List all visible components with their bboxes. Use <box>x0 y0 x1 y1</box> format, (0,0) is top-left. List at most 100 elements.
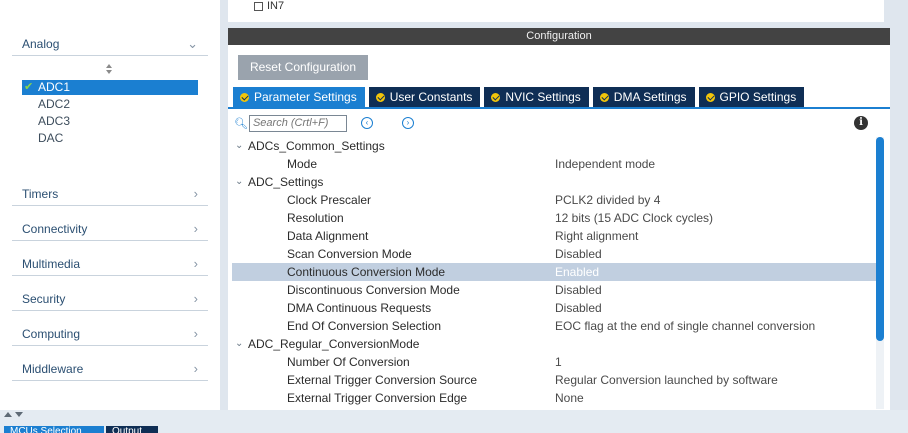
peripheral-item-dac[interactable]: DAC <box>22 131 198 146</box>
check-circle-icon <box>599 92 609 102</box>
category-connectivity[interactable]: Connectivity › <box>12 217 208 241</box>
category-label: Analog <box>22 36 60 51</box>
in7-checkbox[interactable] <box>254 1 263 11</box>
in7-option[interactable]: IN7 <box>254 0 284 12</box>
chevron-down-icon[interactable]: ⌄ <box>235 137 243 155</box>
group-label: ADC_Settings <box>248 175 324 189</box>
tab-dma-settings[interactable]: DMA Settings <box>592 87 695 107</box>
parameter-name: Data Alignment <box>287 229 369 243</box>
parameter-value[interactable]: Right alignment <box>555 227 638 245</box>
arrow-up-icon[interactable] <box>4 412 12 417</box>
check-circle-icon <box>375 92 385 102</box>
collapse-toggle[interactable] <box>4 412 23 417</box>
tree-group-adc-settings[interactable]: ⌄ ADC_Settings <box>232 173 876 191</box>
arrow-down-icon[interactable] <box>15 412 23 417</box>
parameter-row[interactable]: Number Of Conversion 1 <box>232 353 876 371</box>
parameter-value[interactable]: EOC flag at the end of single channel co… <box>555 317 815 335</box>
group-label: ADC_Regular_ConversionMode <box>248 337 420 351</box>
check-circle-icon <box>491 92 501 102</box>
category-label: Middleware <box>22 361 84 376</box>
parameter-value[interactable]: 12 bits (15 ADC Clock cycles) <box>555 209 713 227</box>
parameter-row[interactable]: Resolution 12 bits (15 ADC Clock cycles) <box>232 209 876 227</box>
next-match-icon[interactable]: › <box>401 117 414 129</box>
tab-label: NVIC Settings <box>505 90 581 104</box>
chevron-right-icon: › <box>193 256 198 271</box>
parameter-name: Number Of Conversion <box>287 355 410 369</box>
tab-underline <box>228 107 890 109</box>
parameter-row-selected[interactable]: Continuous Conversion Mode Enabled <box>232 263 876 281</box>
parameter-value[interactable]: PCLK2 divided by 4 <box>555 191 660 209</box>
info-icon[interactable]: i <box>854 116 868 130</box>
chevron-right-icon: › <box>193 221 198 236</box>
previous-match-icon[interactable]: ‹ <box>360 117 373 129</box>
tab-label: GPIO Settings <box>719 90 797 104</box>
parameter-row[interactable]: External Trigger Conversion Source Regul… <box>232 371 876 389</box>
sort-icon[interactable] <box>104 64 114 76</box>
chevron-right-icon: › <box>193 186 198 201</box>
category-security[interactable]: Security › <box>12 287 208 311</box>
parameter-tree: ⌄ ADCs_Common_Settings Mode Independent … <box>232 137 876 407</box>
parameter-row[interactable]: External Trigger Conversion Edge None <box>232 389 876 407</box>
tab-mcus-selection[interactable]: MCUs Selection <box>4 426 104 433</box>
parameter-value[interactable]: Independent mode <box>555 155 655 173</box>
peripheral-item-adc2[interactable]: ADC2 <box>22 97 198 112</box>
parameter-value[interactable]: Disabled <box>555 299 602 317</box>
search-input[interactable] <box>248 114 347 132</box>
peripheral-label: ADC1 <box>38 80 71 94</box>
parameter-row[interactable]: Discontinuous Conversion Mode Disabled <box>232 281 876 299</box>
category-multimedia[interactable]: Multimedia › <box>12 252 208 276</box>
tree-group-adcs-common-settings[interactable]: ⌄ ADCs_Common_Settings <box>232 137 876 155</box>
parameter-name: Discontinuous Conversion Mode <box>287 283 460 297</box>
parameter-row[interactable]: Clock Prescaler PCLK2 divided by 4 <box>232 191 876 209</box>
category-analog[interactable]: Analog ⌄ <box>12 32 208 56</box>
parameter-row[interactable]: DMA Continuous Requests Disabled <box>232 299 876 317</box>
configuration-title: Configuration <box>228 28 890 45</box>
category-middleware[interactable]: Middleware › <box>12 357 208 381</box>
parameter-name: Continuous Conversion Mode <box>287 265 446 279</box>
category-computing[interactable]: Computing › <box>12 322 208 346</box>
tab-gpio-settings[interactable]: GPIO Settings <box>698 87 805 107</box>
parameter-name: External Trigger Conversion Edge <box>287 391 468 405</box>
category-label: Multimedia <box>22 256 81 271</box>
chevron-down-icon: ⌄ <box>187 35 198 51</box>
scrollbar-thumb[interactable] <box>876 137 884 341</box>
chevron-right-icon: › <box>193 361 198 376</box>
config-tabs: Parameter Settings User Constants NVIC S… <box>233 87 805 107</box>
parameter-row[interactable]: Mode Independent mode <box>232 155 876 173</box>
parameter-row[interactable]: Data Alignment Right alignment <box>232 227 876 245</box>
category-label: Timers <box>22 186 59 201</box>
chevron-down-icon[interactable]: ⌄ <box>235 173 243 191</box>
parameter-row[interactable]: Scan Conversion Mode Disabled <box>232 245 876 263</box>
parameter-value[interactable]: Enabled <box>555 263 599 281</box>
peripheral-label: DAC <box>38 131 64 145</box>
reset-configuration-button[interactable]: Reset Configuration <box>238 55 368 80</box>
chevron-right-icon: › <box>193 326 198 341</box>
splitter[interactable] <box>220 0 228 410</box>
parameter-value[interactable]: Disabled <box>555 245 602 263</box>
check-circle-icon <box>705 92 715 102</box>
chevron-down-icon[interactable]: ⌄ <box>235 335 243 353</box>
parameter-name: Clock Prescaler <box>287 193 372 207</box>
category-sidebar: Analog ⌄ ✔ ADC1 ADC2 ADC3 DAC Timers › C… <box>0 0 220 410</box>
category-timers[interactable]: Timers › <box>12 182 208 206</box>
parameter-name: Scan Conversion Mode <box>287 247 412 261</box>
parameter-value[interactable]: Regular Conversion launched by software <box>555 371 778 389</box>
parameter-row[interactable]: End Of Conversion Selection EOC flag at … <box>232 317 876 335</box>
tab-user-constants[interactable]: User Constants <box>368 87 481 107</box>
tab-nvic-settings[interactable]: NVIC Settings <box>484 87 589 107</box>
in7-label: IN7 <box>267 0 285 12</box>
search-bar: 🔍︎ ‹ › <box>234 114 414 132</box>
stm32-pinout-configuration-window: Analog ⌄ ✔ ADC1 ADC2 ADC3 DAC Timers › C… <box>0 0 908 433</box>
parameter-value[interactable]: 1 <box>555 353 562 371</box>
category-label: Connectivity <box>22 221 88 236</box>
tree-group-adc-regular-conversionmode[interactable]: ⌄ ADC_Regular_ConversionMode <box>232 335 876 353</box>
tab-parameter-settings[interactable]: Parameter Settings <box>233 87 365 107</box>
category-label: Computing <box>22 326 81 341</box>
group-label: ADCs_Common_Settings <box>248 139 385 153</box>
check-circle-icon <box>240 92 249 102</box>
peripheral-item-adc3[interactable]: ADC3 <box>22 114 198 129</box>
parameter-value[interactable]: Disabled <box>555 281 602 299</box>
parameter-value[interactable]: None <box>555 389 584 407</box>
peripheral-item-adc1[interactable]: ✔ ADC1 <box>22 80 198 95</box>
tab-output[interactable]: Output <box>106 426 158 433</box>
